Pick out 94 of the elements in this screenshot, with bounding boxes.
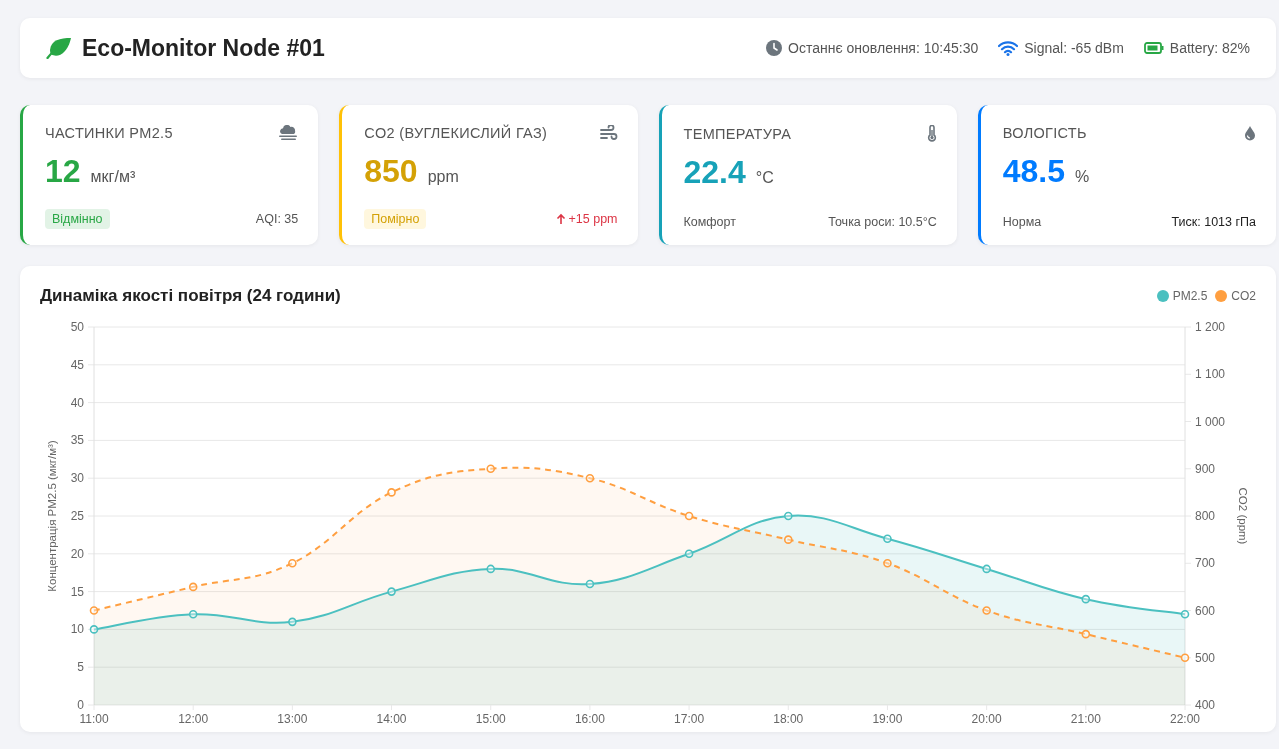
axis-label: 1 100	[1195, 367, 1226, 382]
drop-icon	[1244, 125, 1256, 141]
data-point	[585, 473, 595, 483]
axis-label: 11:00	[79, 712, 109, 726]
thermometer-icon	[926, 125, 937, 142]
metric-unit: %	[1075, 168, 1090, 186]
status-text: Battery: 82%	[1169, 40, 1250, 56]
wind-icon	[599, 125, 618, 141]
data-point	[684, 511, 694, 521]
data-point	[89, 625, 99, 634]
metric-value: 850	[364, 153, 418, 190]
axis-label: 500	[1195, 650, 1216, 665]
status-text: Комфорт	[683, 215, 736, 229]
axis-label: 22:00	[1170, 712, 1200, 726]
data-point	[883, 558, 892, 568]
axis-label: 16:00	[574, 712, 605, 726]
axis-label: 15	[70, 584, 84, 599]
metric-unit: °C	[755, 169, 774, 187]
axis-label: 30	[70, 471, 84, 486]
axis-label: 21:00	[1070, 712, 1101, 726]
fog-icon	[278, 125, 299, 141]
wifi-icon	[998, 40, 1019, 56]
leaf-icon	[46, 37, 72, 59]
legend-label: PM2.5	[1172, 289, 1208, 303]
axis-label: 20	[70, 546, 84, 561]
status-text: Норма	[1002, 215, 1042, 229]
legend-label: CO2	[1231, 289, 1256, 303]
axis-title: CO2 (ppm)	[1237, 487, 1249, 545]
data-point	[288, 617, 297, 627]
metric-value: 48.5	[1002, 153, 1066, 190]
metric-unit: ppm	[427, 168, 459, 186]
metric-detail: AQI: 35	[255, 212, 299, 226]
axis-label: 900	[1195, 461, 1216, 476]
data-point	[783, 511, 793, 521]
data-point	[486, 564, 496, 574]
axis-label: 13:00	[277, 712, 308, 726]
axis-label: 19:00	[872, 712, 903, 726]
metric-label: ВОЛОГІСТЬ	[1002, 125, 1087, 141]
metric-value: 22.4	[683, 154, 746, 191]
axis-label: 1 000	[1195, 414, 1226, 429]
data-point	[188, 610, 198, 619]
metric-label: ТЕМПЕРАТУРА	[683, 125, 792, 142]
metric-detail: Точка роси: 10.5°C	[828, 215, 937, 229]
data-point	[1081, 629, 1091, 639]
metric-value: 12	[45, 153, 81, 190]
status-badge: Відмінно	[45, 209, 110, 229]
data-point	[1081, 594, 1091, 604]
axis-title: Концентрація PM2.5 (мкг/м³)	[46, 440, 58, 592]
status-text: Останнє оновлення: 10:45:30	[788, 40, 979, 56]
axis-label: 800	[1195, 509, 1216, 523]
metric-unit: мкг/м³	[90, 168, 136, 186]
axis-label: 600	[1195, 603, 1216, 618]
metric-label: CO2 (ВУГЛЕКИСЛИЙ ГАЗ)	[364, 125, 548, 141]
status-text: Signal: -65 dBm	[1024, 40, 1124, 56]
axis-label: 15:00	[475, 712, 506, 726]
axis-label: 10	[70, 622, 84, 637]
data-point	[486, 464, 496, 474]
data-point	[982, 606, 991, 615]
app-title: Eco-Monitor Node #01	[82, 34, 325, 62]
axis-label: 35	[70, 433, 84, 448]
metric-detail: +15 ppm	[568, 212, 618, 226]
axis-label: 700	[1195, 556, 1216, 571]
status-badge: Помірно	[364, 209, 427, 229]
data-point	[288, 558, 297, 568]
battery-icon	[1143, 42, 1164, 54]
axis-label: 400	[1195, 698, 1216, 712]
data-point	[1180, 653, 1190, 663]
axis-label: 20:00	[971, 712, 1002, 726]
data-point	[89, 606, 99, 615]
axis-label: 5	[77, 660, 84, 675]
axis-label: 12:00	[178, 712, 209, 726]
data-point	[982, 564, 991, 574]
data-point	[188, 582, 198, 592]
chart-title: Динаміка якості повітря (24 години)	[40, 286, 341, 306]
data-point	[883, 534, 892, 543]
axis-label: 45	[70, 357, 84, 372]
clock-icon	[766, 40, 783, 56]
data-point	[684, 549, 694, 559]
data-point	[585, 579, 595, 589]
axis-label: 0	[77, 698, 84, 712]
axis-label: 18:00	[773, 712, 804, 726]
axis-label: 40	[70, 395, 84, 410]
axis-label: 14:00	[376, 712, 407, 726]
data-point	[1180, 610, 1190, 619]
arrow-up-icon	[555, 213, 566, 225]
axis-label: 1 200	[1195, 320, 1226, 334]
metric-label: ЧАСТИНКИ PM2.5	[45, 125, 173, 141]
axis-label: 25	[70, 509, 84, 523]
data-point	[387, 488, 396, 497]
axis-label: 17:00	[674, 712, 705, 726]
data-point	[783, 535, 793, 544]
axis-label: 50	[70, 320, 84, 334]
metric-detail: Тиск: 1013 гПа	[1171, 215, 1256, 229]
data-point	[387, 587, 396, 596]
